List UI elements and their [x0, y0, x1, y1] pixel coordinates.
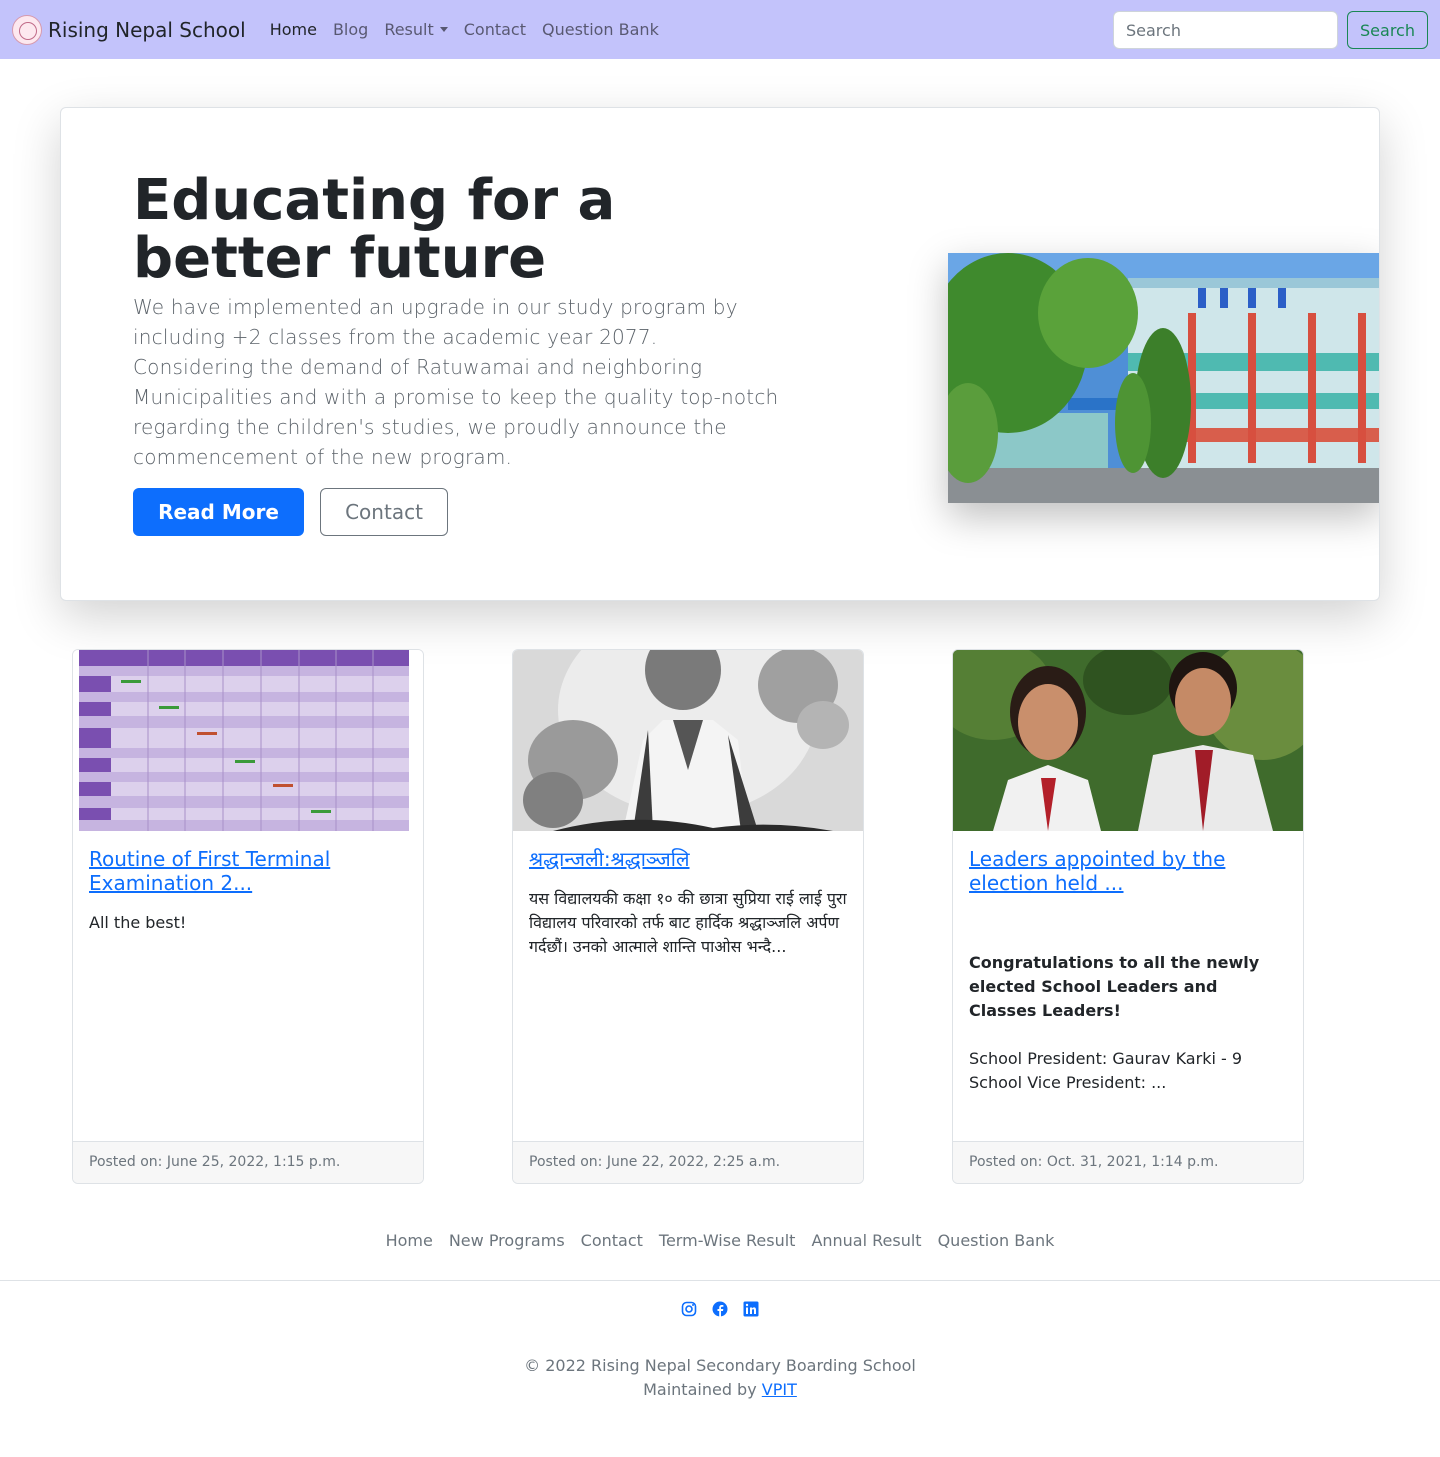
nav-contact[interactable]: Contact — [456, 12, 534, 47]
footer-divider — [0, 1280, 1440, 1281]
post-title-link[interactable]: Routine of First Terminal Examination 2.… — [89, 847, 407, 895]
post-excerpt-line: School President: Gaurav Karki - 9 — [969, 1049, 1243, 1068]
copyright-block: © 2022 Rising Nepal Secondary Boarding S… — [0, 1354, 1440, 1402]
school-logo-icon — [12, 14, 42, 45]
nav-result-label: Result — [384, 20, 434, 39]
post-date: Posted on: June 22, 2022, 2:25 a.m. — [513, 1141, 863, 1183]
social-links — [0, 1301, 1440, 1317]
post-excerpt-highlight: Congratulations to all the newly elected… — [969, 953, 1260, 1020]
footer-link-contact[interactable]: Contact — [573, 1231, 651, 1250]
nav-blog[interactable]: Blog — [325, 12, 376, 47]
instagram-icon[interactable] — [681, 1301, 697, 1317]
post-card: श्रद्धान्जली:श्रद्धाञ्जलि यस विद्यालयकी … — [512, 649, 864, 1184]
post-excerpt: All the best! — [89, 913, 187, 932]
nav-question-bank[interactable]: Question Bank — [534, 12, 667, 47]
post-title-link[interactable]: श्रद्धान्जली:श्रद्धाञ्जलि — [529, 847, 847, 871]
copyright-text: © 2022 Rising Nepal Secondary Boarding S… — [524, 1356, 916, 1375]
school-building-image — [948, 253, 1379, 503]
post-title-link[interactable]: Leaders appointed by the election held .… — [969, 847, 1287, 895]
nav-links: Home Blog Result Contact Question Bank — [262, 12, 667, 47]
search-form: Search — [1113, 11, 1428, 49]
footer-link-new-programs[interactable]: New Programs — [441, 1231, 573, 1250]
contact-button[interactable]: Contact — [320, 488, 448, 536]
search-button[interactable]: Search — [1347, 11, 1428, 49]
post-body: Routine of First Terminal Examination 2.… — [73, 831, 423, 951]
post-body: श्रद्धान्जली:श्रद्धाञ्जलि यस विद्यालयकी … — [513, 831, 863, 975]
read-more-button[interactable]: Read More — [133, 488, 304, 536]
footer-link-home[interactable]: Home — [378, 1231, 441, 1250]
linkedin-icon[interactable] — [743, 1301, 759, 1317]
hero-section: Educating for a better future We have im… — [60, 107, 1380, 601]
post-card: Leaders appointed by the election held .… — [952, 649, 1304, 1184]
post-excerpt: यस विद्यालयकी कक्षा १० की छात्रा सुप्रिय… — [529, 889, 847, 956]
vpit-link[interactable]: VPIT — [762, 1380, 797, 1399]
hero-title: Educating for a better future — [133, 168, 616, 291]
maintained-by-label: Maintained by — [643, 1380, 757, 1399]
hero-lead: We have implemented an upgrade in our st… — [133, 295, 779, 469]
post-thumbnail — [73, 650, 423, 831]
brand-name: Rising Nepal School — [48, 17, 246, 42]
post-date: Posted on: June 25, 2022, 1:15 p.m. — [73, 1141, 423, 1183]
maintained-by: Maintained by VPIT — [0, 1378, 1440, 1402]
post-thumbnail — [513, 650, 863, 831]
post-body: Leaders appointed by the election held .… — [953, 831, 1303, 1111]
facebook-icon[interactable] — [712, 1301, 728, 1317]
post-excerpt-line: School Vice President: ... — [969, 1073, 1167, 1092]
footer-link-annual-result[interactable]: Annual Result — [803, 1231, 929, 1250]
footer-link-term-wise-result[interactable]: Term-Wise Result — [651, 1231, 804, 1250]
footer-nav: Home New Programs Contact Term-Wise Resu… — [0, 1231, 1440, 1250]
nav-result-dropdown[interactable]: Result — [376, 12, 455, 47]
nav-home[interactable]: Home — [262, 12, 325, 47]
search-input[interactable] — [1113, 11, 1338, 49]
brand-link[interactable]: Rising Nepal School — [12, 14, 246, 45]
post-date: Posted on: Oct. 31, 2021, 1:14 p.m. — [953, 1141, 1303, 1183]
caret-down-icon — [439, 27, 448, 32]
footer-link-question-bank[interactable]: Question Bank — [930, 1231, 1063, 1250]
post-thumbnail — [953, 650, 1303, 831]
post-card: Routine of First Terminal Examination 2.… — [72, 649, 424, 1184]
top-navbar: Rising Nepal School Home Blog Result Con… — [0, 0, 1440, 59]
